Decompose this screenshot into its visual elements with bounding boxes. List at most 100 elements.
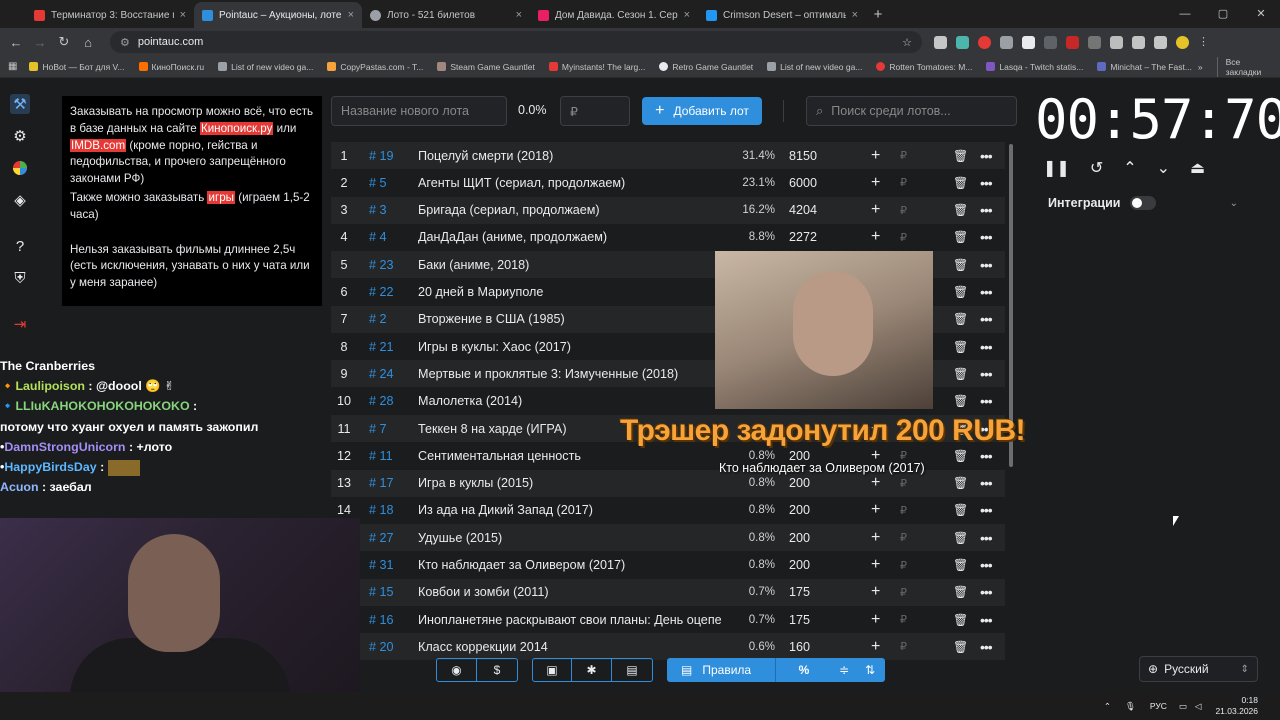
trash-icon[interactable]: 🗑	[953, 258, 968, 272]
trash-icon[interactable]: 🗑	[953, 149, 968, 163]
back-icon[interactable]: ←	[4, 35, 28, 50]
trash-icon[interactable]: 🗑	[953, 340, 968, 354]
lot-id-link[interactable]: # 17	[369, 476, 394, 490]
lot-row[interactable]: # 31 Кто наблюдает за Оливером (2017) 0.8%…	[331, 552, 1005, 579]
lot-name[interactable]: Инопланетяне раскрывают свои планы: День…	[418, 613, 728, 627]
lot-amount[interactable]: 200	[789, 531, 810, 545]
donate-dollar-icon[interactable]: $	[476, 658, 518, 682]
lot-id-link[interactable]: # 16	[369, 613, 394, 627]
add-amount-icon[interactable]: +	[871, 583, 880, 601]
lot-row[interactable]: # 27 Удушье (2015) 0.8% 200 + ₽ 🗑 •••	[331, 524, 1005, 552]
home-icon[interactable]: ⌂	[76, 35, 100, 50]
add-amount-icon[interactable]: +	[871, 638, 880, 656]
extension-icon[interactable]	[1022, 35, 1035, 49]
save-icon[interactable]: ▣	[532, 658, 572, 682]
new-tab-button[interactable]: +	[866, 2, 890, 28]
trash-icon[interactable]: 🗑	[953, 640, 968, 654]
lot-name[interactable]: Мертвые и проклятые 3: Измученные (2018)	[418, 367, 728, 381]
logout-icon[interactable]: ⇥	[10, 314, 30, 334]
lot-amount[interactable]: 200	[789, 476, 810, 490]
more-icon[interactable]: •••	[980, 393, 993, 409]
sort-icon[interactable]: ⇅	[843, 663, 897, 677]
currency-input[interactable]: ₽	[900, 204, 907, 217]
add-amount-icon[interactable]: +	[871, 474, 880, 492]
bookmark-item[interactable]: Lasqa - Twitch statis...	[986, 62, 1083, 72]
bookmark-item[interactable]: List of new video ga...	[767, 62, 862, 72]
trash-icon[interactable]: 🗑	[953, 394, 968, 408]
lot-name[interactable]: Агенты ЩИТ (сериал, продолжаем)	[418, 176, 728, 190]
lot-amount[interactable]: 175	[789, 585, 810, 599]
currency-input[interactable]: ₽	[900, 149, 907, 162]
bug-icon[interactable]: ✱	[571, 658, 612, 682]
more-icon[interactable]: •••	[980, 229, 993, 245]
more-icon[interactable]: •••	[980, 557, 993, 573]
trash-icon[interactable]: 🗑	[953, 503, 968, 517]
currency-input[interactable]: ₽	[900, 504, 907, 517]
bookmark-item[interactable]: List of new video ga...	[218, 62, 313, 72]
currency-input[interactable]: ₽	[900, 640, 907, 653]
lot-id-link[interactable]: # 15	[369, 585, 394, 599]
help-icon[interactable]: ?	[10, 236, 30, 256]
lot-id-link[interactable]: # 4	[369, 230, 387, 244]
trash-icon[interactable]: 🗑	[953, 203, 968, 217]
integrations-toggle[interactable]	[1130, 196, 1157, 210]
lot-id-link[interactable]: # 2	[369, 312, 387, 326]
lot-row[interactable]: # 16 Инопланетяне раскрывают свои планы: …	[331, 606, 1005, 633]
lot-name[interactable]: 20 дней в Мариуполе	[418, 285, 728, 299]
currency-input[interactable]: ₽	[900, 613, 907, 626]
trash-icon[interactable]: 🗑	[953, 449, 968, 463]
lot-amount[interactable]: 160	[789, 640, 810, 654]
lot-name[interactable]: Баки (аниме, 2018)	[418, 258, 728, 272]
lot-row[interactable]: 3 # 3 Бригада (сериал, продолжаем) 16.2% 420…	[331, 196, 1005, 224]
extension-icon[interactable]	[934, 35, 947, 49]
lot-row[interactable]: # 15 Ковбои и зомби (2011) 0.7% 175 + ₽ 🗑 •••	[331, 578, 1005, 606]
add-amount-icon[interactable]: +	[871, 529, 880, 547]
close-icon[interactable]: ×	[852, 9, 858, 21]
lot-row[interactable]: # 20 Класс коррекции 2014 0.6% 160 + ₽ 🗑 •••	[331, 633, 1005, 661]
chevron-down-icon[interactable]: ⌄	[1230, 198, 1238, 209]
keyboard-language[interactable]: РУС	[1150, 701, 1167, 711]
trash-icon[interactable]: 🗑	[953, 585, 968, 599]
add-amount-icon[interactable]: +	[871, 228, 880, 246]
more-icon[interactable]: •••	[980, 284, 993, 300]
extension-icon[interactable]	[978, 35, 991, 49]
bookmark-item[interactable]: CopyPastas.com - T...	[327, 62, 423, 72]
site-info-icon[interactable]: ⚙	[120, 36, 130, 49]
more-icon[interactable]: •••	[980, 339, 993, 355]
close-icon[interactable]: ×	[516, 9, 522, 21]
clear-icon[interactable]: ▤	[611, 658, 653, 682]
bookmark-item[interactable]: HoBot — Бот для V...	[29, 62, 125, 72]
volume-icon[interactable]: ◁	[1195, 701, 1202, 712]
more-icon[interactable]: •••	[980, 448, 993, 464]
lot-name[interactable]: Бригада (сериал, продолжаем)	[418, 203, 728, 217]
lot-name[interactable]: Удушье (2015)	[418, 531, 728, 545]
add-amount-icon[interactable]: +	[871, 174, 880, 192]
lot-amount[interactable]: 175	[789, 613, 810, 627]
bookmark-item[interactable]: Myinstants! The larg...	[548, 62, 645, 72]
lot-id-link[interactable]: # 22	[369, 285, 394, 299]
bookmark-item[interactable]: Minichat – The Fast...	[1097, 62, 1192, 72]
imdb-link[interactable]: IMDB.com	[70, 138, 127, 152]
profile-avatar-icon[interactable]	[1176, 35, 1189, 49]
lot-id-link[interactable]: # 21	[369, 340, 394, 354]
more-icon[interactable]: •••	[980, 311, 993, 327]
lot-amount[interactable]: 200	[789, 558, 810, 572]
lot-amount[interactable]: 2272	[789, 230, 817, 244]
games-link[interactable]: игры	[207, 190, 235, 204]
trash-icon[interactable]: 🗑	[953, 367, 968, 381]
extensions-puzzle-icon[interactable]	[1132, 35, 1145, 49]
trash-icon[interactable]: 🗑	[953, 176, 968, 190]
currency-input[interactable]: ₽	[900, 231, 907, 244]
close-window-icon[interactable]: ✕	[1242, 0, 1280, 28]
collapse-icon[interactable]: ⏏	[1190, 158, 1205, 178]
lot-id-link[interactable]: # 3	[369, 203, 387, 217]
trash-icon[interactable]: 🗑	[953, 230, 968, 244]
lot-name[interactable]: Игра в куклы (2015)	[418, 476, 728, 490]
lot-id-link[interactable]: # 19	[369, 149, 394, 163]
close-icon[interactable]: ×	[348, 9, 354, 21]
lot-row[interactable]: 14 # 18 Из ада на Дикий Запад (2017) 0.8% 20…	[331, 497, 1005, 524]
decrease-icon[interactable]: ⌄	[1157, 158, 1170, 178]
more-icon[interactable]: •••	[980, 502, 993, 518]
more-icon[interactable]: •••	[980, 148, 993, 164]
more-icon[interactable]: •••	[980, 257, 993, 273]
